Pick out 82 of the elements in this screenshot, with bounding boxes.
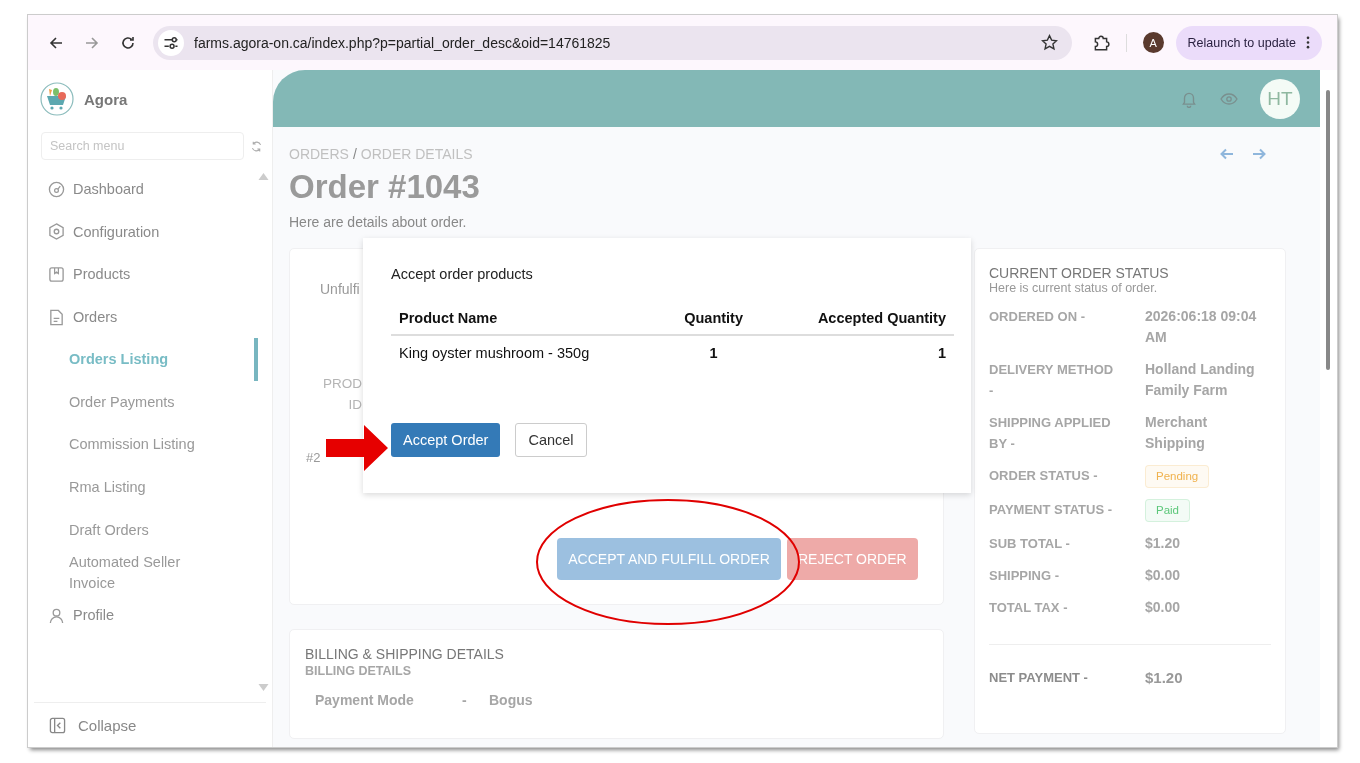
more-icon <box>1306 36 1310 49</box>
status-badge: Pending <box>1145 465 1210 488</box>
status-badge: Paid <box>1145 499 1191 522</box>
accept-button[interactable]: ACCEPT AND FULFILL ORDER <box>557 538 781 580</box>
profile-avatar[interactable]: A <box>1142 32 1164 53</box>
submenu-item[interactable]: Order Payments <box>48 380 258 424</box>
brand-name: Agora <box>84 90 128 108</box>
cancel-button[interactable]: Cancel <box>515 423 587 457</box>
menu-item[interactable]: Profile <box>48 593 272 637</box>
status-value: $0.00 <box>1145 598 1181 617</box>
status-value: Holland Landing Family Farm <box>1145 360 1256 400</box>
column-header: ID <box>348 396 362 414</box>
submenu-item[interactable]: Automated Seller Invoice <box>48 551 258 594</box>
site-settings-icon[interactable] <box>158 29 184 56</box>
table-cell: 1 <box>763 335 954 370</box>
status-value: Merchant Shipping <box>1145 413 1209 453</box>
reload-icon[interactable] <box>120 34 136 51</box>
table-cell: King oyster mushroom - 350g <box>391 335 665 370</box>
card-title: BILLING & SHIPPING DETAILS <box>305 646 505 662</box>
submenu-item[interactable]: Orders Listing <box>48 338 258 381</box>
scroll-up-icon[interactable] <box>258 172 269 180</box>
fulfillment-label: Unfulfi <box>320 281 360 297</box>
collapse-button[interactable]: Collapse <box>34 702 266 747</box>
scroll-down-icon[interactable] <box>258 684 269 692</box>
modal-title: Accept order products <box>391 266 534 282</box>
back-icon[interactable] <box>48 34 64 51</box>
breadcrumb-link[interactable]: ORDER DETAILS <box>360 146 473 162</box>
page-subtitle: Here are details about order. <box>289 214 468 230</box>
forward-icon[interactable] <box>84 34 100 51</box>
menu-item[interactable]: Dashboard <box>48 168 272 211</box>
dashboard-icon <box>48 180 65 198</box>
user-icon <box>48 606 65 624</box>
collapse-icon <box>49 716 66 734</box>
status-label: TOTAL TAX - <box>989 599 1069 617</box>
status-label: PAYMENT STATUS - <box>989 501 1114 519</box>
next-arrow-icon[interactable] <box>1252 148 1266 160</box>
status-label: ORDERED ON - <box>989 308 1087 326</box>
status-value: 2026:06:18 09:04 AM <box>1145 307 1258 347</box>
status-label: SHIPPING - <box>989 567 1061 585</box>
user-avatar[interactable]: HT <box>1260 78 1300 119</box>
relaunch-button[interactable]: Relaunch to update <box>1175 25 1322 60</box>
submenu-item[interactable]: Rma Listing <box>48 466 258 509</box>
status-label: SUB TOTAL - <box>989 535 1071 553</box>
document-icon <box>48 308 65 326</box>
address-bar[interactable]: farms.agora-on.ca/index.php?p=partial_order_desc&oid=14761825 <box>153 25 1072 60</box>
column-header: Product Name <box>391 302 665 335</box>
submenu-item[interactable]: Draft Orders <box>48 508 258 552</box>
status-label: DELIVERY METHOD - <box>989 361 1115 400</box>
table-cell: #2 <box>306 450 321 465</box>
previous-arrow-icon[interactable] <box>1220 148 1234 160</box>
section-title: BILLING DETAILS <box>305 664 412 678</box>
page-title: Order #1043 <box>289 168 481 206</box>
breadcrumb-separator: / <box>352 146 357 162</box>
status-value: $1.20 <box>1145 534 1181 553</box>
menu-item[interactable]: Products <box>48 253 272 296</box>
logo-icon <box>40 82 74 116</box>
status-label: NET PAYMENT - <box>989 669 1089 687</box>
hexagon-icon <box>48 223 65 241</box>
arrow-annotation <box>326 425 388 471</box>
accept-order-button[interactable]: Accept Order <box>391 423 501 457</box>
status-label: SHIPPING APPLIED BY - <box>989 414 1112 453</box>
field-value: Bogus <box>489 692 533 708</box>
search-field[interactable]: Search menu <box>41 132 244 160</box>
status-label: ORDER STATUS - <box>989 467 1099 485</box>
status-value: $0.00 <box>1145 566 1181 585</box>
card-title: CURRENT ORDER STATUS <box>989 265 1170 281</box>
column-header: PROD <box>323 375 362 393</box>
column-header: Accepted Quantity <box>763 302 954 335</box>
breadcrumb-link[interactable]: ORDERS <box>289 146 349 162</box>
card-subtitle: Here is current status of order. <box>989 281 1159 295</box>
table-cell: 1 <box>664 335 764 370</box>
field-separator: - <box>462 692 468 708</box>
column-header: Quantity <box>664 302 764 335</box>
bookmark-icon <box>48 266 65 283</box>
menu-item[interactable]: Orders <box>48 295 272 339</box>
star-icon[interactable] <box>1040 34 1058 51</box>
field-label: Payment Mode <box>315 692 415 708</box>
scrollbar[interactable] <box>1326 90 1330 370</box>
menu-item[interactable]: Configuration <box>48 210 272 254</box>
status-value: $1.20 <box>1145 668 1183 688</box>
refresh-icon[interactable] <box>250 139 263 153</box>
submenu-item[interactable]: Commission Listing <box>48 423 258 467</box>
